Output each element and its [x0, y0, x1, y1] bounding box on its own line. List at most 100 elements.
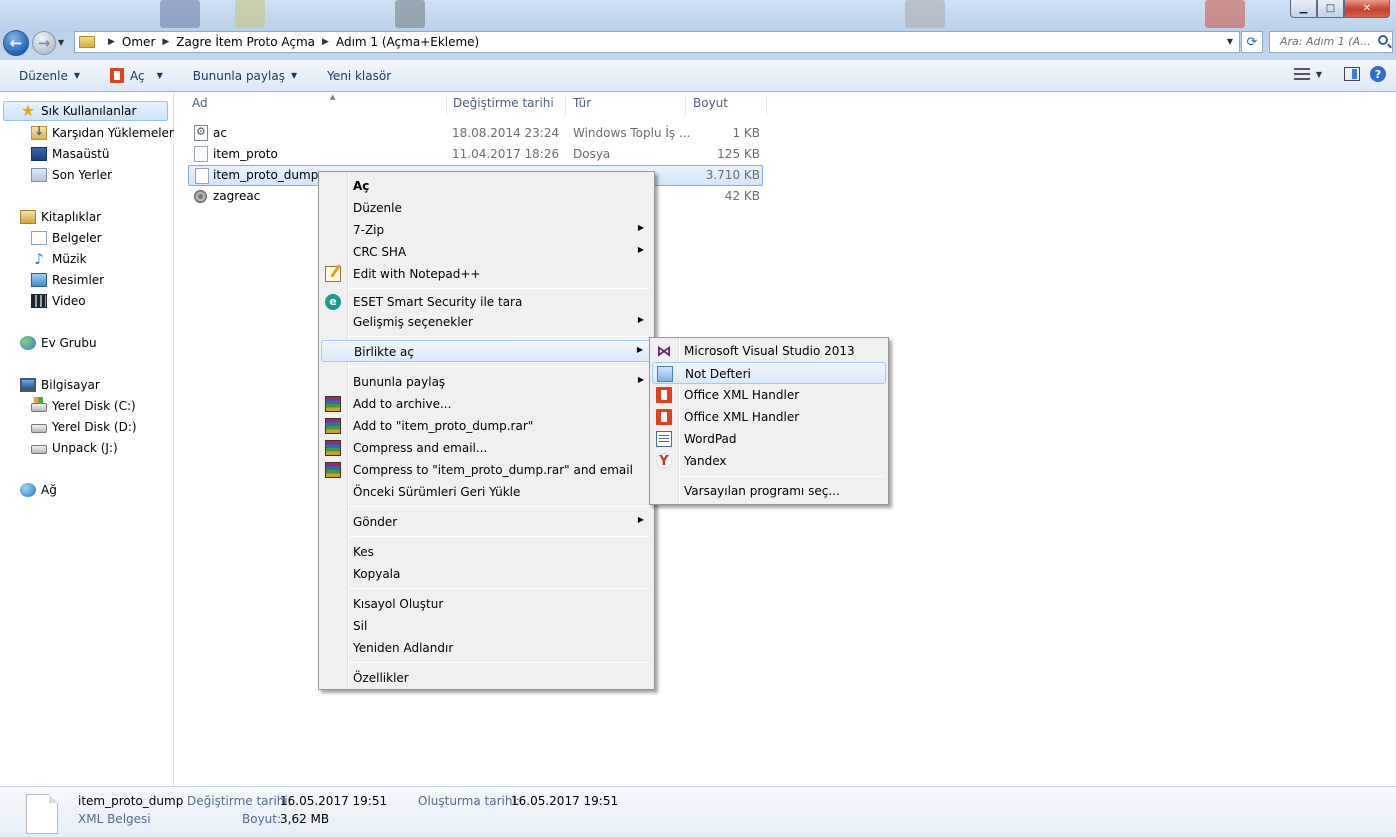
- music-note-icon: ♪: [34, 250, 44, 268]
- column-header-name[interactable]: Ad ▲: [192, 93, 447, 116]
- refresh-button[interactable]: ⟳: [1241, 31, 1263, 53]
- menu-item-advanced[interactable]: Gelişmiş seçenekler ▶: [321, 311, 652, 333]
- nav-documents[interactable]: Belgeler: [31, 228, 102, 248]
- file-name: ac: [213, 126, 227, 140]
- submenu-item-office-xml-2[interactable]: Office XML Handler: [652, 406, 886, 428]
- chevron-right-icon[interactable]: ▶: [322, 37, 329, 47]
- menu-label: Özellikler: [353, 671, 409, 685]
- menu-item-rename[interactable]: Yeniden Adlandır: [321, 637, 652, 659]
- nav-music[interactable]: ♪ Müzik: [31, 249, 86, 269]
- help-icon[interactable]: ?: [1370, 66, 1386, 82]
- nav-disk-c[interactable]: Yerel Disk (C:): [31, 396, 136, 416]
- menu-item-compress-rar-email[interactable]: Compress to "item_proto_dump.rar" and em…: [321, 459, 652, 481]
- menu-item-share-with[interactable]: Bununla paylaş ▶: [321, 371, 652, 393]
- search-input[interactable]: Ara: Adım 1 (A...: [1269, 31, 1393, 53]
- menu-item-eset-scan[interactable]: e ESET Smart Security ile tara: [321, 291, 652, 313]
- column-header-type[interactable]: Tür: [573, 96, 686, 116]
- menu-separator: [349, 662, 649, 663]
- menu-label: Aç: [353, 179, 370, 193]
- column-header-date[interactable]: Değiştirme tarihi: [453, 96, 566, 116]
- forward-button[interactable]: →: [32, 30, 56, 55]
- share-button[interactable]: Bununla paylaş ▼: [193, 69, 297, 83]
- back-button[interactable]: ←: [3, 29, 29, 56]
- column-size-label: Boyut: [693, 96, 728, 110]
- submenu-item-visual-studio[interactable]: ⋈ Microsoft Visual Studio 2013: [652, 340, 886, 362]
- menu-item-open-with[interactable]: Birlikte aç ▶: [321, 340, 652, 362]
- chevron-down-icon[interactable]: ▼: [1316, 70, 1322, 79]
- file-row[interactable]: item_proto 11.04.2017 18:26 Dosya 125 KB: [188, 144, 763, 165]
- submenu-item-wordpad[interactable]: WordPad: [652, 428, 886, 450]
- menu-item-compress-email[interactable]: Compress and email...: [321, 437, 652, 459]
- menu-item-open[interactable]: Aç: [321, 175, 652, 197]
- submenu-arrow-icon: ▶: [637, 245, 644, 254]
- nav-homegroup[interactable]: Ev Grubu: [20, 333, 97, 353]
- menu-item-edit[interactable]: Düzenle: [321, 197, 652, 219]
- address-bar[interactable]: ▶ Omer ▶ Zagre İtem Proto Açma ▶ Adım 1 …: [74, 31, 1240, 53]
- nav-disk-d[interactable]: Yerel Disk (D:): [31, 417, 137, 437]
- background-ghost: [395, 0, 425, 28]
- menu-item-cut[interactable]: Kes: [321, 541, 652, 563]
- chevron-right-icon[interactable]: ▶: [108, 37, 115, 47]
- submenu-item-notepad[interactable]: Not Defteri: [652, 362, 886, 384]
- file-row[interactable]: ac 18.08.2014 23:24 Windows Toplu İş ...…: [188, 123, 763, 144]
- nav-computer[interactable]: Bilgisayar: [20, 375, 100, 395]
- organize-button[interactable]: Düzenle ▼: [19, 69, 80, 83]
- chevron-down-icon: ▼: [290, 71, 298, 80]
- menu-separator: [349, 536, 649, 537]
- submenu-item-choose-default[interactable]: Varsayılan programı seç...: [652, 480, 886, 502]
- menu-separator: [349, 288, 649, 289]
- view-options-icon[interactable]: [1293, 68, 1310, 80]
- nav-computer-label: Bilgisayar: [41, 378, 100, 392]
- menu-item-restore-versions[interactable]: Önceki Sürümleri Geri Yükle: [321, 481, 652, 503]
- nav-favorites[interactable]: ★ Sık Kullanılanlar: [3, 101, 168, 121]
- libraries-icon: [20, 210, 36, 224]
- menu-item-crc-sha[interactable]: CRC SHA ▶: [321, 241, 652, 263]
- nav-network[interactable]: Ağ: [20, 480, 57, 500]
- nav-videos[interactable]: Video: [31, 291, 86, 311]
- file-name: zagreac: [213, 189, 261, 203]
- submenu-arrow-icon: ▶: [637, 375, 644, 384]
- breadcrumb-adim1[interactable]: Adım 1 (Açma+Ekleme): [336, 35, 479, 49]
- background-ghost: [160, 0, 200, 28]
- breadcrumb-zagre[interactable]: Zagre İtem Proto Açma: [176, 35, 315, 49]
- notepad-icon: [657, 366, 673, 382]
- submenu-item-yandex[interactable]: Y Yandex: [652, 450, 886, 472]
- maximize-button[interactable]: □: [1317, 0, 1344, 18]
- submenu-item-office-xml-1[interactable]: Office XML Handler: [652, 384, 886, 406]
- column-header-size[interactable]: Boyut: [693, 96, 767, 116]
- nav-desktop[interactable]: Masaüstü: [31, 144, 109, 164]
- nav-downloads[interactable]: Karşıdan Yüklemeler: [31, 123, 174, 143]
- breadcrumb-omer[interactable]: Omer: [122, 35, 155, 49]
- xml-file-icon: [195, 168, 209, 184]
- address-dropdown-icon[interactable]: ▼: [1227, 37, 1233, 46]
- menu-item-send-to[interactable]: Gönder ▶: [321, 511, 652, 533]
- chevron-right-icon[interactable]: ▶: [162, 37, 169, 47]
- recent-pages-dropdown-icon[interactable]: ▼: [58, 38, 64, 47]
- file-date: 11.04.2017 18:26: [452, 147, 560, 161]
- menu-item-create-shortcut[interactable]: Kısayol Oluştur: [321, 593, 652, 615]
- close-button[interactable]: ✕: [1344, 0, 1390, 18]
- menu-item-add-rar[interactable]: Add to "item_proto_dump.rar": [321, 415, 652, 437]
- menu-item-copy[interactable]: Kopyala: [321, 563, 652, 585]
- winrar-icon: [325, 418, 341, 434]
- menu-item-add-archive[interactable]: Add to archive...: [321, 393, 652, 415]
- nav-recent[interactable]: Son Yerler: [31, 165, 112, 185]
- file-size: 42 KB: [724, 189, 760, 203]
- eset-icon: e: [325, 294, 341, 310]
- nav-disk-j[interactable]: Unpack (J:): [31, 438, 118, 458]
- preview-pane-icon[interactable]: [1344, 67, 1360, 81]
- menu-item-7zip[interactable]: 7-Zip ▶: [321, 219, 652, 241]
- details-modified-label: Değiştirme tarihi:: [187, 794, 292, 808]
- menu-separator: [349, 336, 649, 337]
- menu-item-properties[interactable]: Özellikler: [321, 667, 652, 689]
- nav-pictures[interactable]: Resimler: [31, 270, 104, 290]
- minimize-button[interactable]: ▁: [1290, 0, 1317, 18]
- menu-label: Kes: [353, 545, 374, 559]
- menu-item-delete[interactable]: Sil: [321, 615, 652, 637]
- new-folder-button[interactable]: Yeni klasör: [327, 69, 391, 83]
- submenu-arrow-icon: ▶: [637, 515, 644, 524]
- nav-libraries[interactable]: Kitaplıklar: [20, 207, 101, 227]
- menu-item-notepadpp[interactable]: Edit with Notepad++: [321, 263, 652, 285]
- new-folder-label: Yeni klasör: [327, 68, 392, 83]
- open-button[interactable]: Aç ▼: [110, 68, 163, 83]
